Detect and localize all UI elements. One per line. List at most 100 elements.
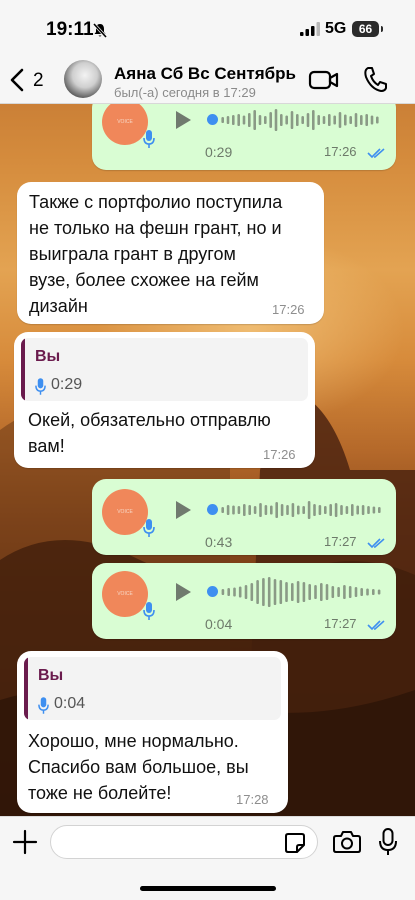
network-type: 5G [325, 20, 347, 37]
waveform-bar [258, 115, 262, 125]
waveform-bar [377, 589, 381, 595]
waveform-bar [286, 505, 289, 515]
message-text: Также с портфолио поступила не только на… [29, 189, 319, 319]
quoted-message[interactable]: Вы 0:04 [24, 657, 281, 720]
waveform-bar [232, 115, 235, 125]
quote-accent-bar [21, 338, 25, 401]
waveform-bar [356, 505, 359, 515]
battery-icon: 66 [352, 21, 383, 37]
reply-message[interactable]: Вы 0:04 Хорошо, мне нормально. Спасибо в… [17, 651, 288, 813]
contact-name[interactable]: Аяна Сб Вс Сентябрь [114, 64, 296, 84]
waveform-bar [306, 113, 310, 127]
microphone-icon [143, 519, 155, 537]
waveform-bar [253, 506, 257, 514]
waveform-bar [221, 117, 224, 123]
plus-icon[interactable] [12, 829, 38, 855]
play-icon[interactable] [174, 582, 192, 602]
sticker-icon[interactable] [284, 832, 306, 854]
sender-avatar: VOICE [102, 104, 148, 145]
message-input[interactable] [50, 825, 318, 859]
waveform-bar [275, 502, 278, 518]
phone-icon[interactable] [362, 65, 388, 93]
play-icon[interactable] [174, 110, 192, 130]
text-message[interactable]: Также с портфолио поступила не только на… [17, 182, 324, 324]
waveform-bar [317, 115, 320, 125]
waveform-bar [244, 585, 248, 599]
playback-position[interactable] [207, 504, 218, 515]
waveform-bar [360, 588, 363, 596]
voice-duration: 0:04 [205, 616, 233, 632]
read-ticks-icon [367, 148, 385, 159]
waveform-bar [331, 586, 335, 598]
read-ticks-icon [367, 620, 385, 631]
waveform-bar [337, 587, 340, 597]
waveform-bar [314, 585, 317, 599]
waveform-bar [354, 113, 358, 127]
waveform-bar [349, 116, 352, 124]
waveform-bar [302, 582, 306, 602]
message-list[interactable]: VOICE 0:29 17:26 Также с портфолио посту… [0, 104, 415, 816]
waveform-bar [328, 114, 331, 126]
reply-message[interactable]: Вы 0:29 Окей, обязательно отправлю вам! … [14, 332, 315, 468]
voice-message[interactable]: VOICE 0:43 17:27 [92, 479, 396, 555]
waveform-bar [285, 115, 288, 125]
waveform-bar [285, 582, 288, 602]
quote-voice-duration: 0:04 [54, 695, 86, 712]
last-seen-status: был(-а) сегодня в 17:29 [114, 85, 256, 100]
waveform-bar [372, 506, 376, 514]
message-line: Спасибо вам большое, вы [28, 757, 249, 777]
home-indicator [140, 886, 276, 891]
quoted-message[interactable]: Вы 0:29 [21, 338, 308, 401]
waveform [221, 577, 381, 607]
play-icon[interactable] [174, 500, 192, 520]
voice-message[interactable]: VOICE 0:04 17:27 [92, 563, 396, 639]
waveform-bar [334, 503, 338, 517]
waveform-bar [351, 504, 354, 516]
message-line: не только на фешн грант, но и [29, 218, 282, 238]
waveform-bar [242, 115, 246, 125]
waveform-bar [232, 505, 235, 515]
waveform-bar [221, 507, 224, 513]
waveform-bar [262, 578, 265, 606]
waveform [221, 109, 379, 131]
waveform-bar [312, 110, 315, 130]
voice-duration: 0:29 [205, 144, 233, 160]
waveform-bar [296, 114, 299, 126]
waveform-bar [301, 116, 304, 124]
status-bar: 19:11 5G 66 [0, 0, 415, 58]
waveform-bar [370, 115, 374, 125]
video-call-icon[interactable] [308, 66, 340, 94]
voice-message[interactable]: VOICE 0:29 17:26 [92, 104, 396, 170]
waveform-bar [291, 583, 294, 601]
voice-duration: 0:43 [205, 534, 233, 550]
waveform-bar [325, 584, 329, 600]
waveform-bar [250, 583, 254, 601]
playback-position[interactable] [207, 586, 218, 597]
playback-position[interactable] [207, 114, 218, 125]
camera-icon[interactable] [333, 830, 361, 854]
waveform-bar [366, 588, 369, 596]
contact-avatar[interactable] [64, 60, 102, 98]
waveform-bar [340, 505, 343, 515]
waveform-bar [237, 114, 240, 126]
waveform-bar [344, 114, 347, 126]
waveform-bar [338, 112, 342, 128]
waveform-bar [302, 506, 305, 514]
message-time: 17:27 [324, 616, 357, 631]
waveform-bar [280, 114, 283, 126]
waveform-bar [270, 505, 273, 515]
waveform-bar [248, 113, 251, 127]
chevron-left-icon [10, 68, 24, 92]
message-line: вузе, более схожее на гейм [29, 270, 259, 290]
message-line: Окей, обязательно отправлю [28, 410, 271, 430]
waveform-bar [243, 504, 246, 516]
microphone-icon[interactable] [379, 828, 397, 856]
back-button[interactable]: 2 [6, 62, 50, 98]
waveform-bar [291, 503, 295, 517]
waveform-bar [226, 505, 230, 515]
waveform-bar [264, 505, 268, 515]
waveform [221, 501, 381, 519]
waveform-bar [267, 577, 271, 607]
waveform-bar [348, 586, 352, 598]
microphone-icon [143, 130, 155, 148]
